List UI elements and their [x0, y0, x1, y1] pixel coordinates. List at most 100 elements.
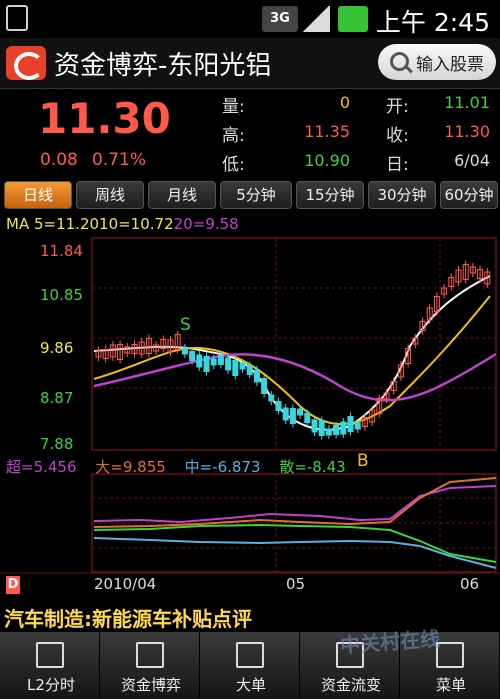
tab-period[interactable]: 15分钟: [296, 181, 364, 209]
candle-body: [261, 378, 268, 394]
candlesticks: [95, 260, 491, 440]
quote-value: 6/04: [454, 151, 490, 170]
notification-icon: [6, 5, 28, 31]
tab-period[interactable]: 月线: [148, 181, 216, 209]
x-label-start: 2010/04: [94, 575, 157, 593]
tab-period[interactable]: 5分钟: [220, 181, 292, 209]
candle-body: [304, 413, 311, 423]
candle-body: [232, 360, 239, 376]
quote-label: 量:: [222, 97, 245, 117]
bottom-nav-label: 资金博弈: [120, 676, 181, 694]
x-label-end: 06: [460, 575, 480, 593]
bottom-nav-label: 菜单: [435, 676, 466, 694]
tab-period[interactable]: 60分钟: [440, 181, 498, 209]
tab-period[interactable]: 日线: [4, 181, 72, 209]
quote-label: 收:: [386, 126, 409, 146]
clock: 上午 2:45: [375, 8, 490, 37]
current-price: 11.30: [38, 94, 171, 143]
y-tick: 9.86: [40, 339, 74, 357]
candle-body: [246, 365, 253, 375]
bottom-nav-label: 大单: [235, 676, 266, 694]
candle-body: [210, 358, 217, 366]
ma-legend: MA 5=11.2010=10.7220=9.58: [6, 215, 239, 233]
l2-timeshare-icon: [36, 642, 64, 668]
ma20-line: [93, 352, 497, 402]
big-flow-label: 大=9.855: [95, 458, 166, 476]
quote-value: 11.30: [444, 122, 490, 141]
candle-body: [311, 419, 318, 433]
candle-body: [268, 394, 275, 402]
status-bar: 3G 上午 2:45: [0, 0, 500, 38]
bottom-nav-label: L2分时: [27, 676, 75, 694]
y-tick: 8.87: [40, 389, 74, 407]
retail-flow-label: 散=-8.43: [279, 458, 346, 476]
candle-body: [325, 428, 332, 436]
ma10-label: 10=10.72: [99, 215, 174, 233]
ma20-label: 20=9.58: [173, 215, 239, 233]
signal-icon: [302, 6, 330, 32]
quote-value: 11.35: [304, 122, 350, 141]
candle-body: [340, 421, 347, 435]
retail-flow-line: [93, 537, 497, 569]
fund-flow-legend: 超=5.456 大=9.855 中=-6.873 散=-8.43: [6, 456, 346, 477]
fund-game-icon: [136, 642, 164, 668]
quote-label: 开:: [386, 97, 409, 117]
tab-period[interactable]: 30分钟: [368, 181, 436, 209]
y-tick: 10.85: [40, 286, 83, 304]
battery-icon: [338, 6, 368, 32]
stock-search-button[interactable]: 输入股票: [378, 44, 496, 80]
price-change: 0.08: [40, 150, 78, 170]
quote-value: 11.01: [444, 93, 490, 112]
tab-period[interactable]: 周线: [76, 181, 144, 209]
candle-body: [181, 347, 188, 355]
bottom-nav-item[interactable]: 大单: [202, 632, 300, 699]
ma5-line: [93, 275, 491, 431]
candle-body: [297, 408, 304, 416]
quote-label: 低:: [222, 155, 245, 175]
candle-body: [203, 356, 210, 372]
y-tick: 7.88: [40, 435, 74, 453]
quote-label: 高:: [222, 126, 245, 146]
network-type: 3G: [270, 11, 290, 26]
candle-body: [253, 369, 260, 383]
x-label-mid: 05: [286, 575, 306, 593]
search-label: 输入股票: [416, 55, 484, 75]
news-headline: 汽车制造:新能源车补贴点评: [4, 607, 252, 631]
price-change-pct: 0.71%: [92, 150, 147, 170]
mid-flow-line: [93, 523, 497, 563]
mid-flow-label: 中=-6.873: [184, 458, 261, 476]
ma10-line: [93, 295, 491, 426]
super-flow-label: 超=5.456: [6, 458, 77, 476]
buy-marker: B: [357, 451, 369, 471]
candle-body: [282, 407, 289, 421]
candle-body: [239, 362, 246, 370]
candle-body: [318, 420, 325, 436]
super-flow-line: [93, 485, 497, 524]
page-title: 资金博弈-东阳光铝: [54, 51, 272, 81]
quote-value: 10.90: [304, 151, 350, 170]
app-logo-icon: [6, 46, 46, 80]
big-order-icon: [236, 642, 264, 668]
period-d-badge: D: [6, 576, 20, 594]
candle-body: [333, 425, 340, 435]
quote-label: 日:: [386, 155, 409, 175]
sell-marker: S: [180, 315, 191, 335]
candle-body: [289, 408, 296, 424]
ma5-label: MA 5=11.20: [6, 215, 100, 233]
candle-body: [347, 416, 354, 432]
period-tabs: 日线 周线 月线 5分钟 15分钟 30分钟 60分钟: [0, 178, 500, 210]
candle-body: [189, 351, 196, 361]
candle-body: [275, 401, 282, 411]
y-tick: 11.84: [40, 242, 83, 260]
bottom-nav-item[interactable]: L2分时: [2, 632, 100, 699]
candle-body: [225, 357, 232, 371]
bottom-nav-label: 资金流变: [320, 676, 381, 694]
app-header: 资金博弈-东阳光铝 输入股票: [0, 38, 500, 89]
bottom-nav-item[interactable]: 资金博弈: [102, 632, 200, 699]
candle-body: [354, 422, 361, 430]
quote-value: 0: [339, 93, 350, 112]
network-3g-icon: 3G: [262, 6, 298, 32]
big-flow-line: [93, 477, 497, 528]
candle-body: [196, 354, 203, 368]
candle-body: [217, 355, 224, 365]
